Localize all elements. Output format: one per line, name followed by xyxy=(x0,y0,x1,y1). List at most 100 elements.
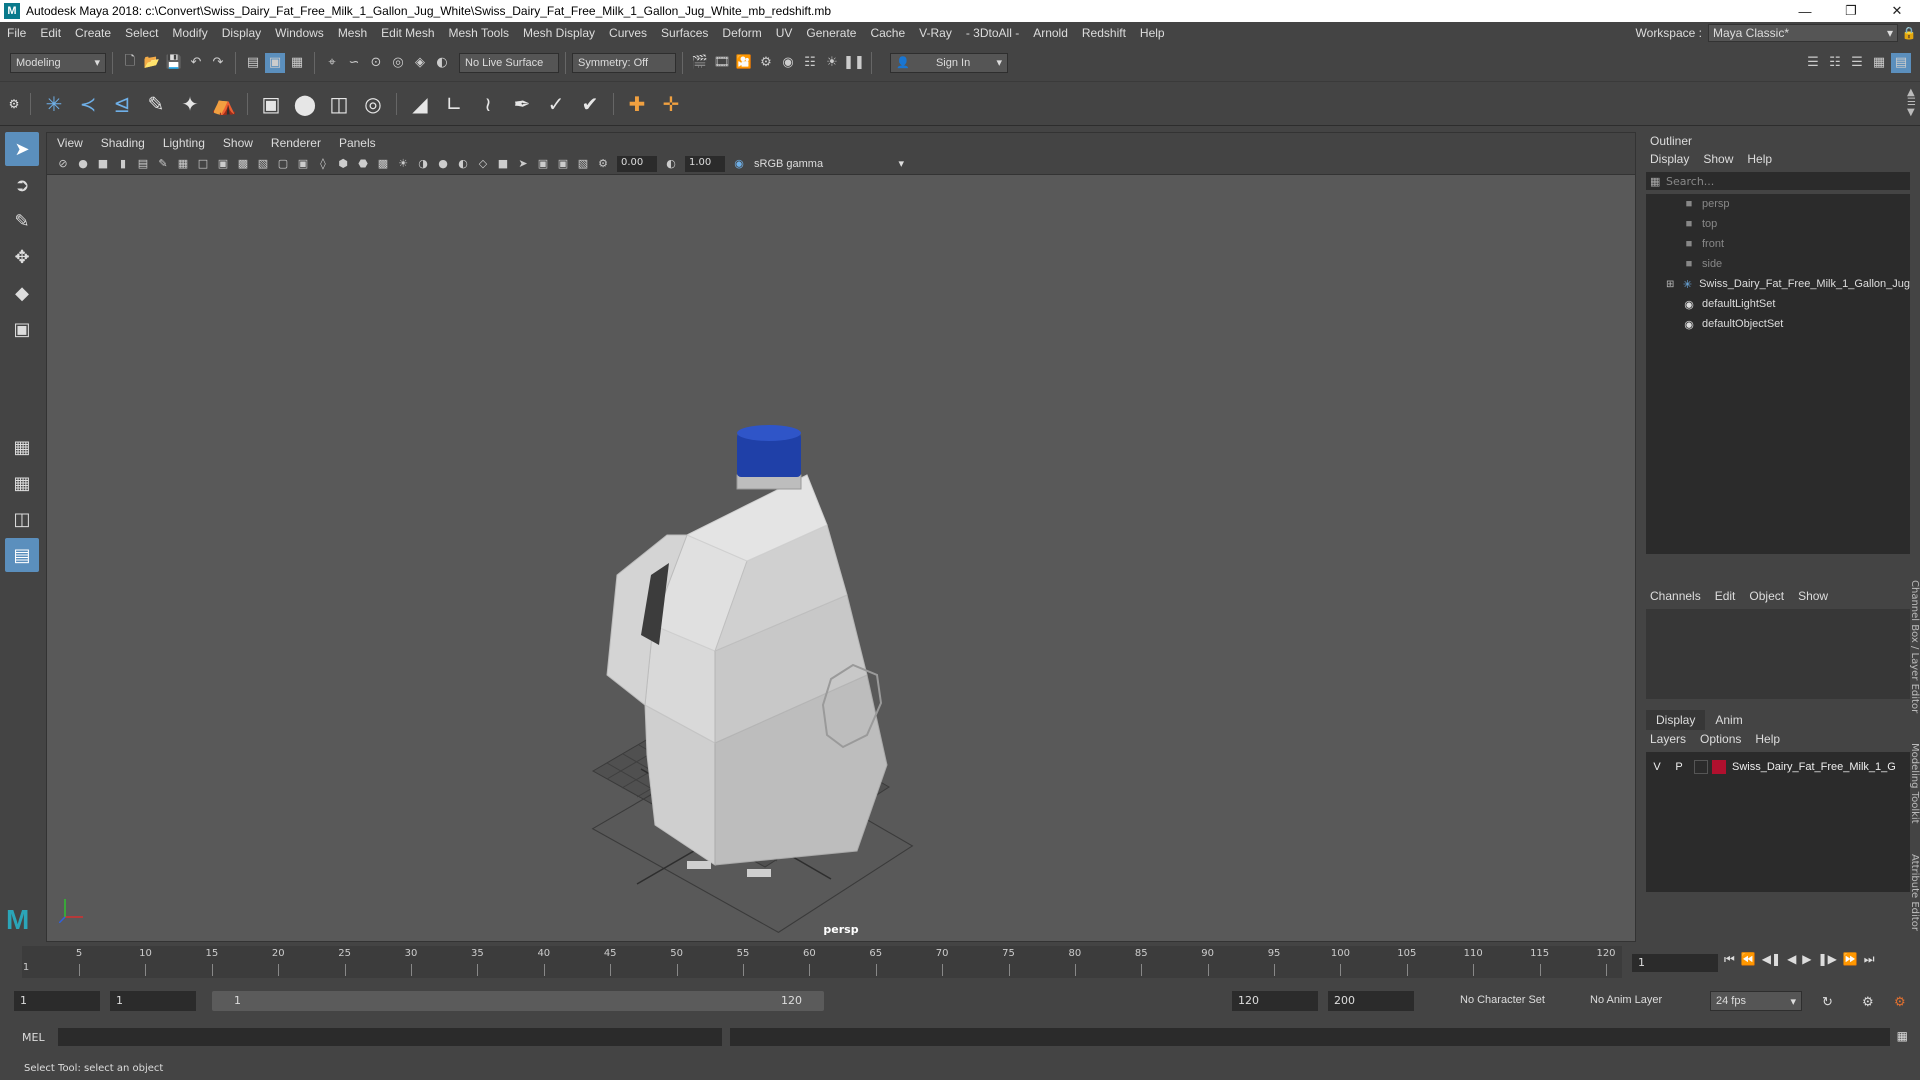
textured-icon[interactable]: ▩ xyxy=(374,155,392,173)
select-component-icon[interactable]: ▦ xyxy=(287,53,307,73)
move-tool-icon[interactable]: ✥ xyxy=(5,240,39,274)
render-settings-icon[interactable]: ⚙ xyxy=(756,53,776,73)
menu-mesh-tools[interactable]: Mesh Tools xyxy=(442,22,516,44)
ep-curve-icon[interactable]: ≺ xyxy=(72,88,104,120)
channel-box-menu-object[interactable]: Object xyxy=(1749,589,1784,603)
layer-display-type-toggle[interactable] xyxy=(1694,760,1708,774)
extrude-icon[interactable]: ◢ xyxy=(404,88,436,120)
tab-display[interactable]: Display xyxy=(1646,710,1706,730)
viewport-menu-lighting[interactable]: Lighting xyxy=(163,136,205,150)
exposure-field[interactable]: 0.00 xyxy=(617,155,657,172)
four-view-icon[interactable]: ▦ xyxy=(5,466,39,500)
minimize-button[interactable]: — xyxy=(1782,0,1828,22)
depth-of-field-icon[interactable]: ■ xyxy=(494,155,512,173)
outliner-item-top[interactable]: ■ top xyxy=(1646,214,1910,234)
outliner-menu-display[interactable]: Display xyxy=(1650,152,1689,166)
channel-box-menu-channels[interactable]: Channels xyxy=(1650,589,1701,603)
pencil-curve-icon[interactable]: ⊴ xyxy=(106,88,138,120)
save-scene-icon[interactable]: 💾 xyxy=(164,53,184,73)
snap-point-icon[interactable]: ⊙ xyxy=(366,53,386,73)
layer-menu-options[interactable]: Options xyxy=(1700,732,1741,746)
two-view-icon[interactable]: ◫ xyxy=(5,502,39,536)
rotate-tool-icon[interactable]: ◆ xyxy=(5,276,39,310)
tab-anim[interactable]: Anim xyxy=(1705,710,1752,730)
channel-box-menu-edit[interactable]: Edit xyxy=(1715,589,1736,603)
lock-icon[interactable]: 🔒 xyxy=(1898,26,1920,40)
hypershade-icon[interactable]: ◉ xyxy=(778,53,798,73)
menu-set-dropdown[interactable]: Modeling ▾ xyxy=(10,52,106,73)
poly-cylinder-icon[interactable]: ◫ xyxy=(323,88,355,120)
time-slider-track[interactable]: 1 5 10 15 20 25 30 35 40 45 50 55 60 65 70 75 80 85 90 95 10… xyxy=(22,946,1622,978)
layer-visibility-toggle[interactable]: V xyxy=(1646,761,1668,773)
snap-curve-icon[interactable]: ∽ xyxy=(344,53,364,73)
side-tab-attribute-editor[interactable]: Attribute Editor xyxy=(1904,854,1920,931)
live-surface-field[interactable]: No Live Surface xyxy=(459,52,559,73)
side-tab-channel-box[interactable]: Channel Box / Layer Editor xyxy=(1904,580,1920,713)
field-chart-icon[interactable]: ▧ xyxy=(254,155,272,173)
bridge-icon[interactable]: ∟ xyxy=(438,88,470,120)
step-forward-key-icon[interactable]: ⏩ xyxy=(1843,952,1858,967)
sign-in-dropdown[interactable]: 👤 Sign In ▾ xyxy=(890,52,1008,73)
modeling-toolkit-icon[interactable]: ☰ xyxy=(1803,53,1823,73)
screen-space-ao-icon[interactable]: ● xyxy=(434,155,452,173)
viewport-menu-view[interactable]: View xyxy=(57,136,83,150)
gamma-field[interactable]: 1.00 xyxy=(685,155,725,172)
lasso-tool-icon[interactable]: ➲ xyxy=(5,168,39,202)
layer-menu-help[interactable]: Help xyxy=(1755,732,1780,746)
anim-layer-dropdown[interactable]: No Anim Layer xyxy=(1590,994,1662,1006)
bezier-curve-icon[interactable]: ✎ xyxy=(140,88,172,120)
snap-view-icon[interactable]: ◎ xyxy=(388,53,408,73)
menu-display[interactable]: Display xyxy=(215,22,268,44)
shadows-icon[interactable]: ◑ xyxy=(414,155,432,173)
target-weld-icon[interactable]: ✓ xyxy=(540,88,572,120)
play-backward-icon[interactable]: ◀ xyxy=(1787,952,1796,967)
menu-mesh[interactable]: Mesh xyxy=(331,22,374,44)
viewport-panel[interactable]: View Shading Lighting Show Renderer Pane… xyxy=(46,132,1636,942)
outliner-menu-show[interactable]: Show xyxy=(1703,152,1733,166)
menu-generate[interactable]: Generate xyxy=(799,22,863,44)
close-button[interactable]: ✕ xyxy=(1874,0,1920,22)
light-editor-icon[interactable]: ☀ xyxy=(822,53,842,73)
gate-mask-icon[interactable]: ▩ xyxy=(234,155,252,173)
snap-live-icon[interactable]: ◐ xyxy=(432,53,452,73)
quick-rig-icon[interactable]: ✦ xyxy=(174,88,206,120)
ipr-render-icon[interactable]: 🎦 xyxy=(734,53,754,73)
menu-curves[interactable]: Curves xyxy=(602,22,654,44)
maximize-button[interactable]: ❐ xyxy=(1828,0,1874,22)
gamma-icon[interactable]: ◐ xyxy=(662,155,680,173)
expand-icon[interactable]: ⊞ xyxy=(1666,279,1674,290)
select-hierarchy-icon[interactable]: ▤ xyxy=(243,53,263,73)
character-set-dropdown[interactable]: No Character Set xyxy=(1460,994,1545,1006)
menu-3dtoall[interactable]: - 3DtoAll - xyxy=(959,22,1026,44)
grid-icon[interactable]: ▦ xyxy=(174,155,192,173)
layer-playback-toggle[interactable]: P xyxy=(1668,761,1690,773)
command-language-label[interactable]: MEL xyxy=(22,1031,45,1044)
channel-box-area[interactable] xyxy=(1646,609,1910,699)
menu-create[interactable]: Create xyxy=(68,22,118,44)
outliner-item-default-object-set[interactable]: ◉ defaultObjectSet xyxy=(1646,314,1910,334)
wireframe-icon[interactable]: ◊ xyxy=(314,155,332,173)
backface-culling-icon[interactable]: ▧ xyxy=(574,155,592,173)
grease-pencil-icon[interactable]: ✎ xyxy=(154,155,172,173)
select-object-icon[interactable]: ▣ xyxy=(265,52,285,73)
workspace-dropdown[interactable]: Maya Classic* ▾ xyxy=(1708,24,1898,42)
xray-joints-icon[interactable]: ▣ xyxy=(554,155,572,173)
isolate-select-icon[interactable]: ➤ xyxy=(514,155,532,173)
snap-surface-icon[interactable]: ◈ xyxy=(410,53,430,73)
safe-action-icon[interactable]: ▢ xyxy=(274,155,292,173)
playback-end-field[interactable]: 120 xyxy=(1232,991,1318,1011)
fps-dropdown[interactable]: 24 fps ▾ xyxy=(1710,991,1802,1011)
redo-icon[interactable]: ↷ xyxy=(208,53,228,73)
current-frame-field[interactable]: 1 xyxy=(1632,954,1718,972)
render-setup-icon[interactable]: ☷ xyxy=(800,53,820,73)
scale-tool-icon[interactable]: ▣ xyxy=(5,312,39,346)
shelf-scroll[interactable]: ▲ ☰ ▼ xyxy=(1907,88,1916,118)
channel-box-icon[interactable]: ▦ xyxy=(1869,53,1889,73)
multi-cut-icon[interactable]: ✒ xyxy=(506,88,538,120)
2d-pan-zoom-icon[interactable]: ▤ xyxy=(134,155,152,173)
scene-end-field[interactable]: 200 xyxy=(1328,991,1414,1011)
color-management-icon[interactable]: ◉ xyxy=(730,155,748,173)
menu-select[interactable]: Select xyxy=(118,22,165,44)
go-to-start-icon[interactable]: ⏮ xyxy=(1724,952,1735,967)
outliner-item-persp[interactable]: ■ persp xyxy=(1646,194,1910,214)
